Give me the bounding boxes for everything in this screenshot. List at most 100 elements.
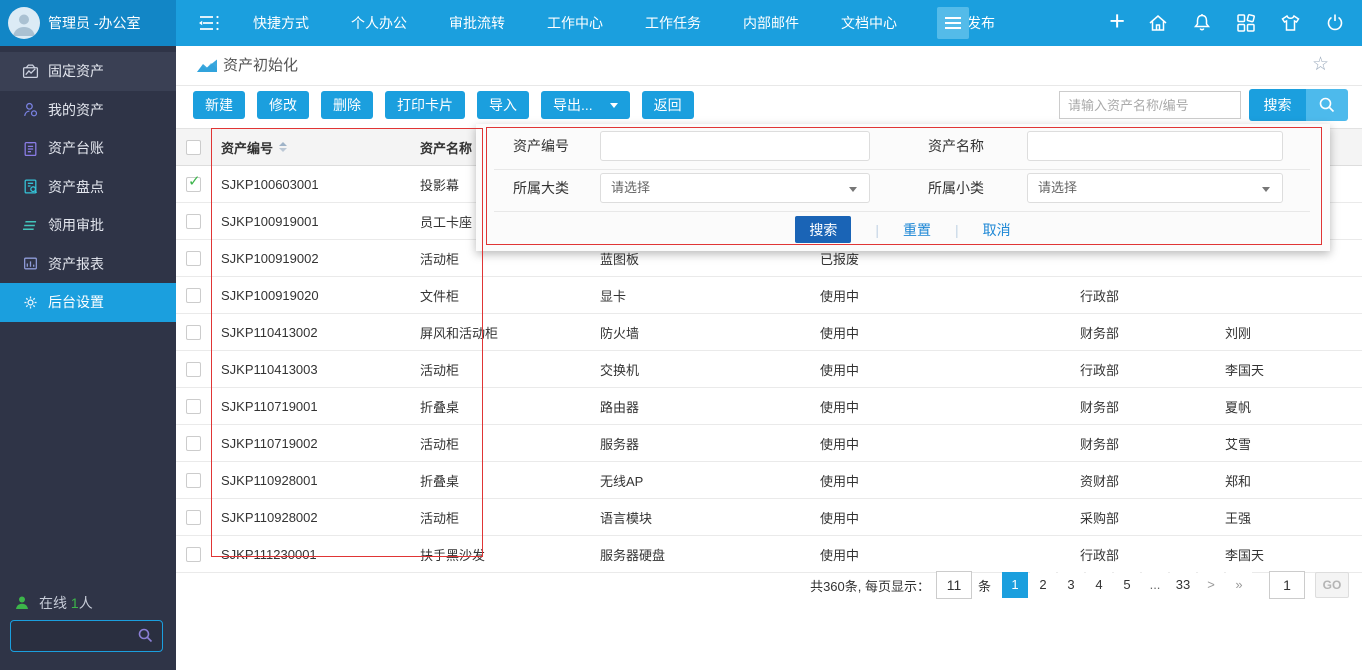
new-button[interactable]: 新建 — [193, 91, 245, 119]
row-checkbox[interactable]: ✓ — [186, 436, 201, 451]
table-row[interactable]: ✓ SJKP110719001 折叠桌 路由器 使用中 财务部 夏帆 — [176, 388, 1362, 425]
bell-icon[interactable] — [1191, 12, 1213, 34]
table-row[interactable]: ✓ SJKP110928001 折叠桌 无线AP 使用中 资财部 郑和 — [176, 462, 1362, 499]
header-label: 资产名称 — [420, 141, 472, 156]
table-row[interactable]: ✓ SJKP100919020 文件柜 显卡 使用中 行政部 — [176, 277, 1362, 314]
cell-asset-code: SJKP100603001 — [211, 177, 410, 192]
page-button[interactable]: 3 — [1058, 572, 1084, 598]
row-checkbox[interactable]: ✓ — [186, 325, 201, 340]
row-checkbox[interactable]: ✓ — [186, 214, 201, 229]
cell-item: 路由器 — [590, 397, 810, 416]
print-card-button[interactable]: 打印卡片 — [385, 91, 465, 119]
sidebar-item-label: 资产报表 — [48, 254, 104, 274]
filter-search-button[interactable]: 搜索 — [795, 216, 851, 243]
shirt-icon[interactable] — [1279, 12, 1302, 34]
home-icon[interactable] — [1147, 12, 1169, 34]
sidebar-item-ledger[interactable]: 资产台账 — [0, 129, 176, 168]
topnav-item[interactable]: 文档中心 — [820, 0, 918, 46]
export-label: 导出... — [553, 97, 593, 113]
divider: | — [955, 222, 959, 238]
cell-department: 行政部 — [1070, 286, 1215, 305]
page-button[interactable]: ... — [1142, 572, 1168, 598]
table-row[interactable]: ✓ SJKP110413003 活动柜 交换机 使用中 行政部 李国天 — [176, 351, 1362, 388]
row-checkbox[interactable]: ✓ — [186, 251, 201, 266]
plus-icon[interactable]: + — [1109, 8, 1125, 35]
row-checkbox[interactable]: ✓ — [186, 288, 201, 303]
category-select[interactable]: 请选择 — [600, 173, 870, 203]
asset-name-field[interactable] — [1027, 131, 1283, 161]
sidebar-search-icon[interactable] — [137, 627, 154, 649]
row-checkbox[interactable]: ✓ — [186, 362, 201, 377]
topnav-item[interactable]: 个人办公 — [330, 0, 428, 46]
gear-icon — [22, 294, 39, 311]
select-all-checkbox[interactable] — [186, 140, 201, 155]
topnav-item[interactable]: 审批流转 — [428, 0, 526, 46]
edit-button[interactable]: 修改 — [257, 91, 309, 119]
apps-icon[interactable] — [1235, 12, 1257, 34]
more-menu-button[interactable] — [937, 7, 969, 39]
search-input[interactable] — [1059, 91, 1241, 119]
table-row[interactable]: ✓ SJKP110719002 活动柜 服务器 使用中 财务部 艾雪 — [176, 425, 1362, 462]
sidebar-item-inventory[interactable]: 资产盘点 — [0, 168, 176, 207]
cell-item: 显卡 — [590, 286, 810, 305]
cell-status: 使用中 — [810, 323, 1070, 342]
go-button[interactable]: GO — [1315, 572, 1349, 598]
cell-status: 使用中 — [810, 545, 1070, 564]
cell-person: 夏帆 — [1215, 397, 1362, 416]
sidebar-item-fixed-assets[interactable]: 固定资产 — [0, 52, 176, 91]
import-button[interactable]: 导入 — [477, 91, 529, 119]
cancel-link[interactable]: 取消 — [983, 220, 1011, 240]
cell-status: 使用中 — [810, 397, 1070, 416]
page-button[interactable]: » — [1226, 572, 1252, 598]
row-checkbox[interactable]: ✓ — [186, 510, 201, 525]
header-asset-code[interactable]: 资产编号 — [211, 138, 410, 157]
sidebar-item-settings[interactable]: 后台设置 — [0, 283, 176, 322]
subcategory-select[interactable]: 请选择 — [1027, 173, 1283, 203]
page-button[interactable]: 33 — [1170, 572, 1196, 598]
goto-page-input[interactable] — [1269, 571, 1305, 599]
page-button[interactable]: > — [1198, 572, 1224, 598]
sidebar-search-input[interactable] — [17, 623, 131, 649]
search-button[interactable]: 搜索 — [1249, 89, 1306, 121]
page-button[interactable]: 4 — [1086, 572, 1112, 598]
cell-department: 财务部 — [1070, 397, 1215, 416]
export-button[interactable]: 导出... — [541, 91, 630, 119]
page-button[interactable]: 5 — [1114, 572, 1140, 598]
page-button[interactable]: 1 — [1002, 572, 1028, 598]
menu-toggle-icon[interactable] — [196, 13, 222, 33]
row-checkbox[interactable]: ✓ — [186, 399, 201, 414]
cell-asset-name: 活动柜 — [410, 508, 590, 527]
search-magnifier-button[interactable] — [1306, 89, 1348, 121]
favorite-star-icon[interactable]: ☆ — [1312, 53, 1329, 76]
topnav-item[interactable]: 内部邮件 — [722, 0, 820, 46]
sidebar-item-reports[interactable]: 资产报表 — [0, 245, 176, 284]
sidebar-item-approval[interactable]: 领用审批 — [0, 206, 176, 245]
table-row[interactable]: ✓ SJKP110928002 活动柜 语言模块 使用中 采购部 王强 — [176, 499, 1362, 536]
topnav-item[interactable]: 工作中心 — [526, 0, 624, 46]
reset-link[interactable]: 重置 — [903, 220, 931, 240]
divider: | — [875, 222, 879, 238]
table-row[interactable]: ✓ SJKP111230001 扶手黑沙发 服务器硬盘 使用中 行政部 李国天 — [176, 536, 1362, 573]
cell-item: 服务器硬盘 — [590, 545, 810, 564]
sort-icon[interactable] — [279, 142, 287, 152]
topnav-item[interactable]: 工作任务 — [624, 0, 722, 46]
row-checkbox[interactable]: ✓ — [186, 473, 201, 488]
cell-asset-name: 活动柜 — [410, 249, 590, 268]
cell-asset-name: 屏风和活动柜 — [410, 323, 590, 342]
sidebar-item-my-assets[interactable]: 我的资产 — [0, 91, 176, 130]
asset-code-field[interactable] — [600, 131, 870, 161]
main-content: 资产初始化 ☆ 新建 修改 删除 打印卡片 导入 导出... 返回 搜索 资产编… — [176, 46, 1362, 670]
power-icon[interactable] — [1324, 12, 1346, 34]
row-checkbox[interactable]: ✓ — [186, 177, 201, 192]
row-checkbox[interactable]: ✓ — [186, 547, 201, 562]
divider — [494, 169, 1310, 170]
delete-button[interactable]: 删除 — [321, 91, 373, 119]
page-button[interactable]: 2 — [1030, 572, 1056, 598]
cell-asset-code: SJKP100919001 — [211, 214, 410, 229]
cell-status: 使用中 — [810, 471, 1070, 490]
page-size-input[interactable] — [936, 571, 972, 599]
back-button[interactable]: 返回 — [642, 91, 694, 119]
user-block[interactable]: 管理员 -办公室 — [0, 0, 176, 46]
topnav-item[interactable]: 快捷方式 — [232, 0, 330, 46]
table-row[interactable]: ✓ SJKP110413002 屏风和活动柜 防火墙 使用中 财务部 刘刚 — [176, 314, 1362, 351]
